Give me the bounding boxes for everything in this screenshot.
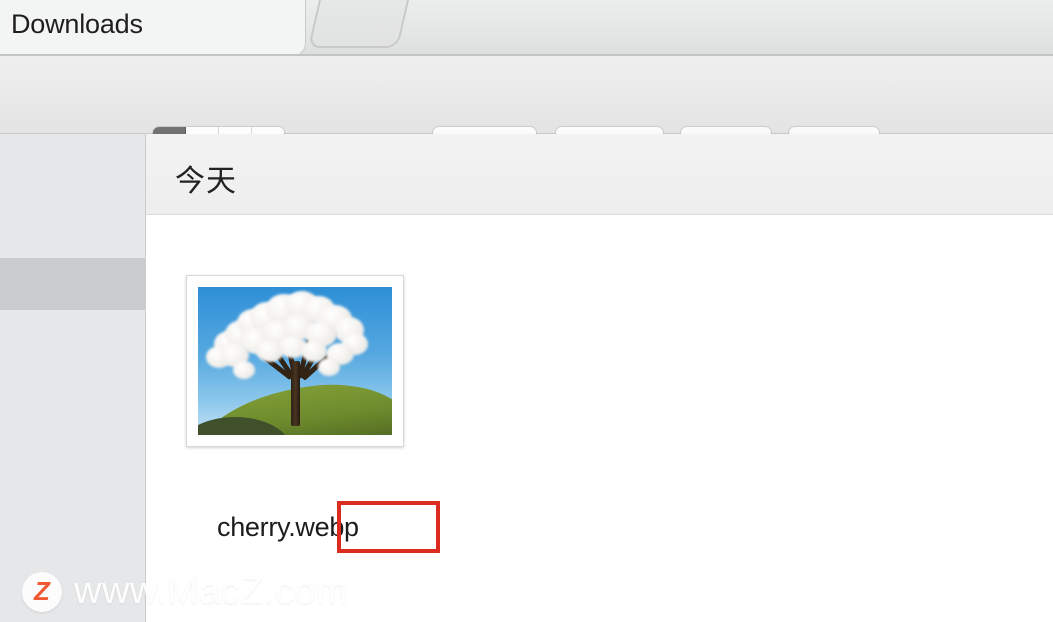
toolbar: [0, 56, 1053, 180]
file-thumbnail[interactable]: [186, 275, 404, 447]
sidebar[interactable]: [0, 134, 146, 622]
file-item-cherry[interactable]: cherry.webp: [186, 275, 440, 553]
cherry-tree-photo: [198, 287, 392, 435]
tree-trunk: [291, 361, 300, 427]
new-tab-button[interactable]: [307, 0, 415, 48]
file-browser-content: 今天 cherry.webp: [146, 134, 1053, 622]
group-header-label: 今天: [175, 165, 237, 198]
finder-window: Downloads 今天 cherry.webp Z www.MacZ.com: [0, 0, 1053, 622]
blossom-cluster: [318, 358, 341, 377]
title-bar: Downloads: [0, 0, 1053, 57]
blossom-cluster: [232, 361, 255, 379]
group-header-today: 今天: [146, 134, 1053, 215]
sidebar-item-selected[interactable]: [0, 258, 145, 310]
window-title: Downloads: [11, 9, 143, 39]
red-highlight-annotation: [337, 501, 440, 553]
